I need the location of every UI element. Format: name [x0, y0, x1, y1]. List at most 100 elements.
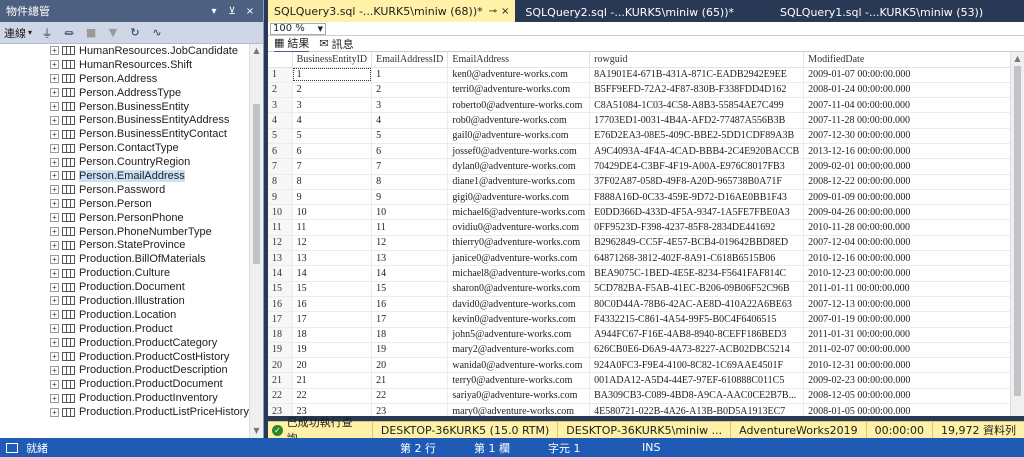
results-grid[interactable]: BusinessEntityID EmailAddressID EmailAddre…	[268, 52, 1024, 416]
scroll-thumb[interactable]	[1014, 66, 1021, 396]
table-cell[interactable]: 5CD782BA-F5AB-41EC-B206-09B06F52C96B	[589, 281, 805, 297]
table-cell[interactable]: 17703ED1-0031-4B4A-AFD2-77487A556B3B	[589, 112, 805, 129]
table-cell[interactable]: 4E580721-022B-4A26-A13B-B0D5A1913EC7	[589, 403, 805, 416]
expand-icon[interactable]: +	[50, 115, 59, 125]
table-cell[interactable]: 2007-12-13 00:00:00.000	[803, 296, 1024, 313]
tree-item[interactable]: + Person.StateProvince	[0, 238, 249, 252]
row-number[interactable]: 7	[268, 158, 293, 175]
filter-icon[interactable]: ▼	[106, 26, 120, 40]
row-number[interactable]: 12	[268, 235, 293, 252]
table-cell[interactable]: ovidiu0@adventure-works.com	[447, 219, 591, 236]
table-cell[interactable]: wanida0@adventure-works.com	[447, 357, 591, 374]
row-number[interactable]: 13	[268, 250, 293, 267]
table-cell[interactable]: 20	[292, 357, 373, 374]
expand-icon[interactable]: +	[50, 254, 59, 264]
table-cell[interactable]: 2009-01-07 00:00:00.000	[803, 67, 1024, 83]
table-cell[interactable]: rob0@adventure-works.com	[447, 112, 591, 129]
table-cell[interactable]: 2007-11-04 00:00:00.000	[803, 97, 1024, 114]
table-cell[interactable]: 2009-01-09 00:00:00.000	[803, 189, 1024, 206]
table-cell[interactable]: 19	[371, 342, 449, 359]
table-cell[interactable]: gail0@adventure-works.com	[447, 128, 591, 144]
tree-item[interactable]: + Person.Person	[0, 197, 249, 211]
row-number[interactable]: 16	[268, 296, 293, 313]
table-row[interactable]: 9 9 9 gigi0@adventure-works.com F888A16D-0C3…	[268, 189, 1024, 206]
pin-icon[interactable]: ⊻	[225, 6, 239, 17]
tree-item[interactable]: + Production.ProductCostHistory	[0, 350, 249, 364]
table-cell[interactable]: C8A51084-1C03-4C58-A8B3-55854AE7C499	[589, 97, 805, 114]
table-cell[interactable]: 18	[292, 327, 373, 343]
table-cell[interactable]: 8	[371, 174, 449, 190]
table-cell[interactable]: 22	[371, 388, 449, 405]
row-number[interactable]: 1	[268, 67, 293, 83]
table-cell[interactable]: 12	[371, 235, 449, 252]
table-cell[interactable]: dylan0@adventure-works.com	[447, 158, 591, 175]
table-cell[interactable]: 2010-12-23 00:00:00.000	[803, 265, 1024, 282]
table-cell[interactable]: terry0@adventure-works.com	[447, 372, 591, 389]
table-cell[interactable]: 3	[292, 97, 373, 114]
scroll-up-icon[interactable]: ▲	[250, 44, 263, 58]
table-cell[interactable]: A9C4093A-4F4A-4CAD-BBB4-2C4E920BACCB	[589, 143, 805, 160]
expand-icon[interactable]: +	[50, 282, 59, 292]
row-number[interactable]: 20	[268, 357, 293, 374]
table-cell[interactable]: 21	[371, 372, 449, 389]
table-cell[interactable]: jossef0@adventure-works.com	[447, 143, 591, 160]
table-cell[interactable]: 9	[371, 189, 449, 206]
table-cell[interactable]: 13	[292, 250, 373, 267]
tree-item[interactable]: + Person.CountryRegion	[0, 155, 249, 169]
refresh-icon[interactable]: ↻	[128, 26, 142, 40]
table-cell[interactable]: ken0@adventure-works.com	[447, 67, 591, 83]
table-row[interactable]: 15 15 15 sharon0@adventure-works.com 5CD782B…	[268, 281, 1024, 297]
table-row[interactable]: 18 18 18 john5@adventure-works.com A944FC67-…	[268, 327, 1024, 343]
pin-icon[interactable]: ⊸	[489, 6, 497, 17]
expand-icon[interactable]: +	[50, 296, 59, 306]
table-cell[interactable]: A944FC67-F16E-4AB8-8940-8CEFF186BED3	[589, 327, 805, 343]
tab-results[interactable]: ▦ 結果	[274, 35, 310, 53]
expand-icon[interactable]: +	[50, 352, 59, 362]
table-cell[interactable]: 2011-01-31 00:00:00.000	[803, 327, 1024, 343]
row-number[interactable]: 8	[268, 174, 293, 190]
tree-item[interactable]: + Person.Password	[0, 183, 249, 197]
column-header[interactable]: EmailAddressID	[371, 52, 449, 68]
table-cell[interactable]: 64871268-3812-402F-8A91-C618B6515B06	[589, 250, 805, 267]
table-cell[interactable]: 924A0FC3-F9E4-4100-8C82-1C69AAE4501F	[589, 357, 805, 374]
tree-item[interactable]: + Production.ProductCategory	[0, 336, 249, 350]
table-cell[interactable]: mary0@adventure-works.com	[447, 403, 591, 416]
table-cell[interactable]: 80C0D44A-78B6-42AC-AE8D-410A22A6BE63	[589, 296, 805, 313]
tree-item[interactable]: + Person.AddressType	[0, 86, 249, 100]
table-row[interactable]: 22 22 22 sariya0@adventure-works.com BA309CB…	[268, 388, 1024, 405]
table-row[interactable]: 21 21 21 terry0@adventure-works.com 001ADA12…	[268, 372, 1024, 389]
row-number[interactable]: 17	[268, 311, 293, 328]
table-cell[interactable]: 2009-02-01 00:00:00.000	[803, 158, 1024, 175]
table-cell[interactable]: 14	[292, 265, 373, 282]
expand-icon[interactable]: +	[50, 379, 59, 389]
table-cell[interactable]: 15	[371, 281, 449, 297]
table-cell[interactable]: 1	[292, 67, 373, 83]
table-cell[interactable]: B5FF9EFD-72A2-4F87-830B-F338FDD4D162	[589, 82, 805, 99]
table-row[interactable]: 3 3 3 roberto0@adventure-works.com C8A51084-…	[268, 97, 1024, 114]
table-cell[interactable]: janice0@adventure-works.com	[447, 250, 591, 267]
expand-icon[interactable]: +	[50, 46, 59, 56]
table-cell[interactable]: kevin0@adventure-works.com	[447, 311, 591, 328]
table-cell[interactable]: E76D2EA3-08E5-409C-BBE2-5DD1CDF89A3B	[589, 128, 805, 144]
expand-icon[interactable]: +	[50, 143, 59, 153]
table-cell[interactable]: BA309CB3-C089-4BD8-A9CA-AAC0CE2B7B...	[589, 388, 805, 405]
results-scrollbar[interactable]: ▲	[1010, 52, 1024, 416]
table-cell[interactable]: 1	[371, 67, 449, 83]
row-number[interactable]: 14	[268, 265, 293, 282]
table-cell[interactable]: 16	[292, 296, 373, 313]
table-cell[interactable]: 5	[371, 128, 449, 144]
table-row[interactable]: 17 17 17 kevin0@adventure-works.com F4332215…	[268, 311, 1024, 328]
expand-icon[interactable]: +	[50, 88, 59, 98]
table-cell[interactable]: 13	[371, 250, 449, 267]
activity-monitor-icon[interactable]: ∿	[150, 26, 164, 40]
connect-plug-icon[interactable]: ⏚	[40, 26, 54, 40]
tab-messages[interactable]: ✉ 訊息	[319, 36, 353, 52]
expand-icon[interactable]: +	[50, 129, 59, 139]
column-header[interactable]: rowguid	[589, 52, 805, 68]
table-cell[interactable]: 6	[292, 143, 373, 160]
tree-item[interactable]: + Production.Illustration	[0, 294, 249, 308]
tree-item[interactable]: + Production.ProductDocument	[0, 377, 249, 391]
expand-icon[interactable]: +	[50, 268, 59, 278]
expand-icon[interactable]: +	[50, 185, 59, 195]
table-cell[interactable]: 19	[292, 342, 373, 359]
